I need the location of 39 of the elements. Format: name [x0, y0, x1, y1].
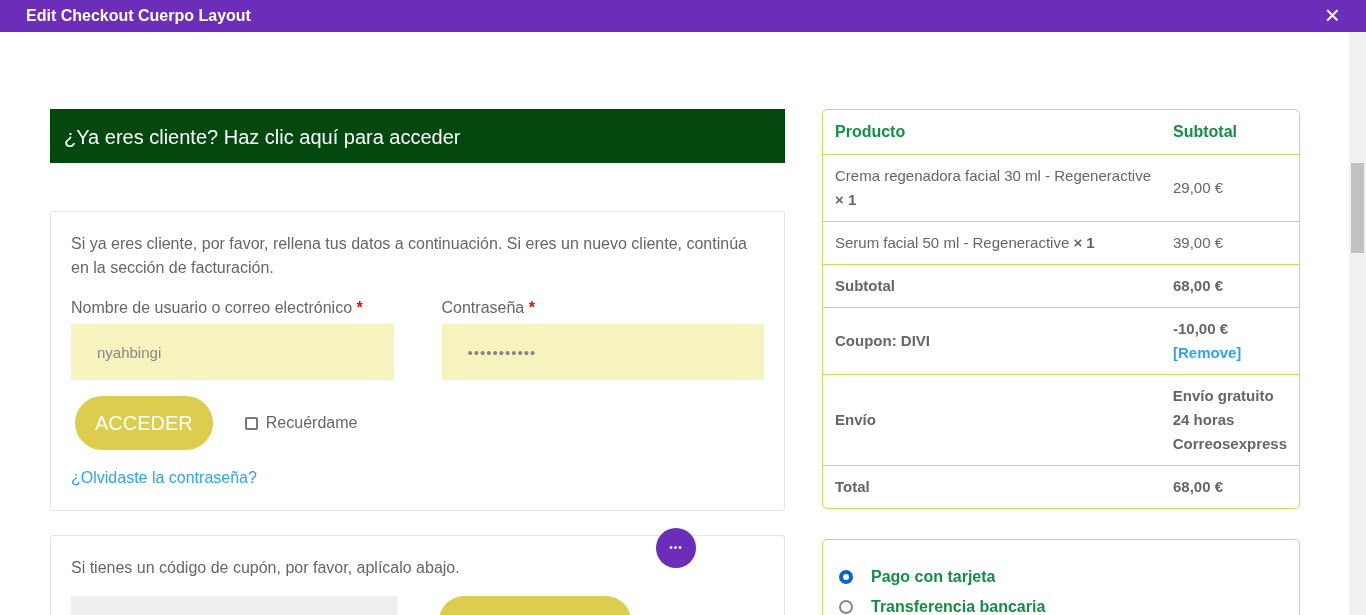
required-mark: * — [528, 299, 535, 316]
summary-value: Envío gratuito — [1172, 386, 1275, 406]
product-name: Crema regenadora facial 30 ml - Regeneractive × 1 — [835, 166, 1152, 210]
remember-checkbox[interactable]: Recuérdame — [244, 411, 358, 435]
payment-option[interactable]: Pago con tarjeta — [839, 562, 1283, 592]
checkbox[interactable] — [244, 416, 258, 430]
required-mark: * — [356, 299, 363, 316]
login-intro-text: Si ya eres cliente, por favor, rellena tus datos a continuación. Si eres un nuevo cliente, continúa en la sección de facturación. — [71, 234, 748, 278]
product-name: Serum facial 50 ml - Regeneractive × 1 — [835, 233, 1096, 253]
close-button[interactable]: × — [1324, 2, 1340, 30]
summary-value: 68,00 € — [1173, 276, 1224, 296]
summary-label: Envío — [835, 410, 877, 430]
radio-button[interactable] — [839, 570, 853, 584]
summary-label: Coupon: DIVI — [835, 331, 931, 351]
coupon-intro-text: Si tienes un código de cupón, por favor, aplícalo abajo. — [71, 558, 461, 578]
product-price: 29,00 € — [1173, 178, 1224, 198]
column-header: Subtotal — [1173, 122, 1237, 142]
lost-password-link[interactable]: ¿Olvidaste la contraseña? — [71, 466, 257, 490]
summary-label: Total — [835, 477, 871, 497]
scrollbar[interactable] — [1349, 32, 1366, 615]
column-header: Producto — [835, 122, 907, 142]
username-field[interactable]: nyahbingi — [71, 324, 394, 380]
summary-value: 24 horas — [1172, 410, 1236, 430]
product-price: 39,00 € — [1173, 233, 1224, 253]
summary-label: Subtotal — [835, 276, 896, 296]
password-field[interactable]: ••••••••••• — [441, 324, 764, 380]
payment-option[interactable]: Transferencia bancaria — [839, 592, 1283, 615]
summary-value: Correosexpress — [1172, 434, 1287, 454]
summary-value: 68,00 € — [1173, 477, 1224, 497]
field-label: Nombre de usuario o correo electrónico — [71, 299, 353, 316]
payment-method-label: Transferencia bancaria — [871, 597, 1046, 615]
more-options-button[interactable]: ••• — [656, 528, 696, 568]
summary-value: -10,00 € — [1173, 319, 1230, 339]
window-title: Edit Checkout Cuerpo Layout — [26, 6, 251, 26]
remove-coupon-link[interactable]: [Remove] — [1173, 341, 1242, 365]
payment-method-label: Pago con tarjeta — [871, 567, 996, 587]
field-label: Contraseña — [441, 299, 525, 316]
login-notice[interactable]: ¿Ya eres cliente? Haz clic aquí para acceder — [50, 109, 785, 163]
radio-button[interactable] — [839, 600, 853, 614]
